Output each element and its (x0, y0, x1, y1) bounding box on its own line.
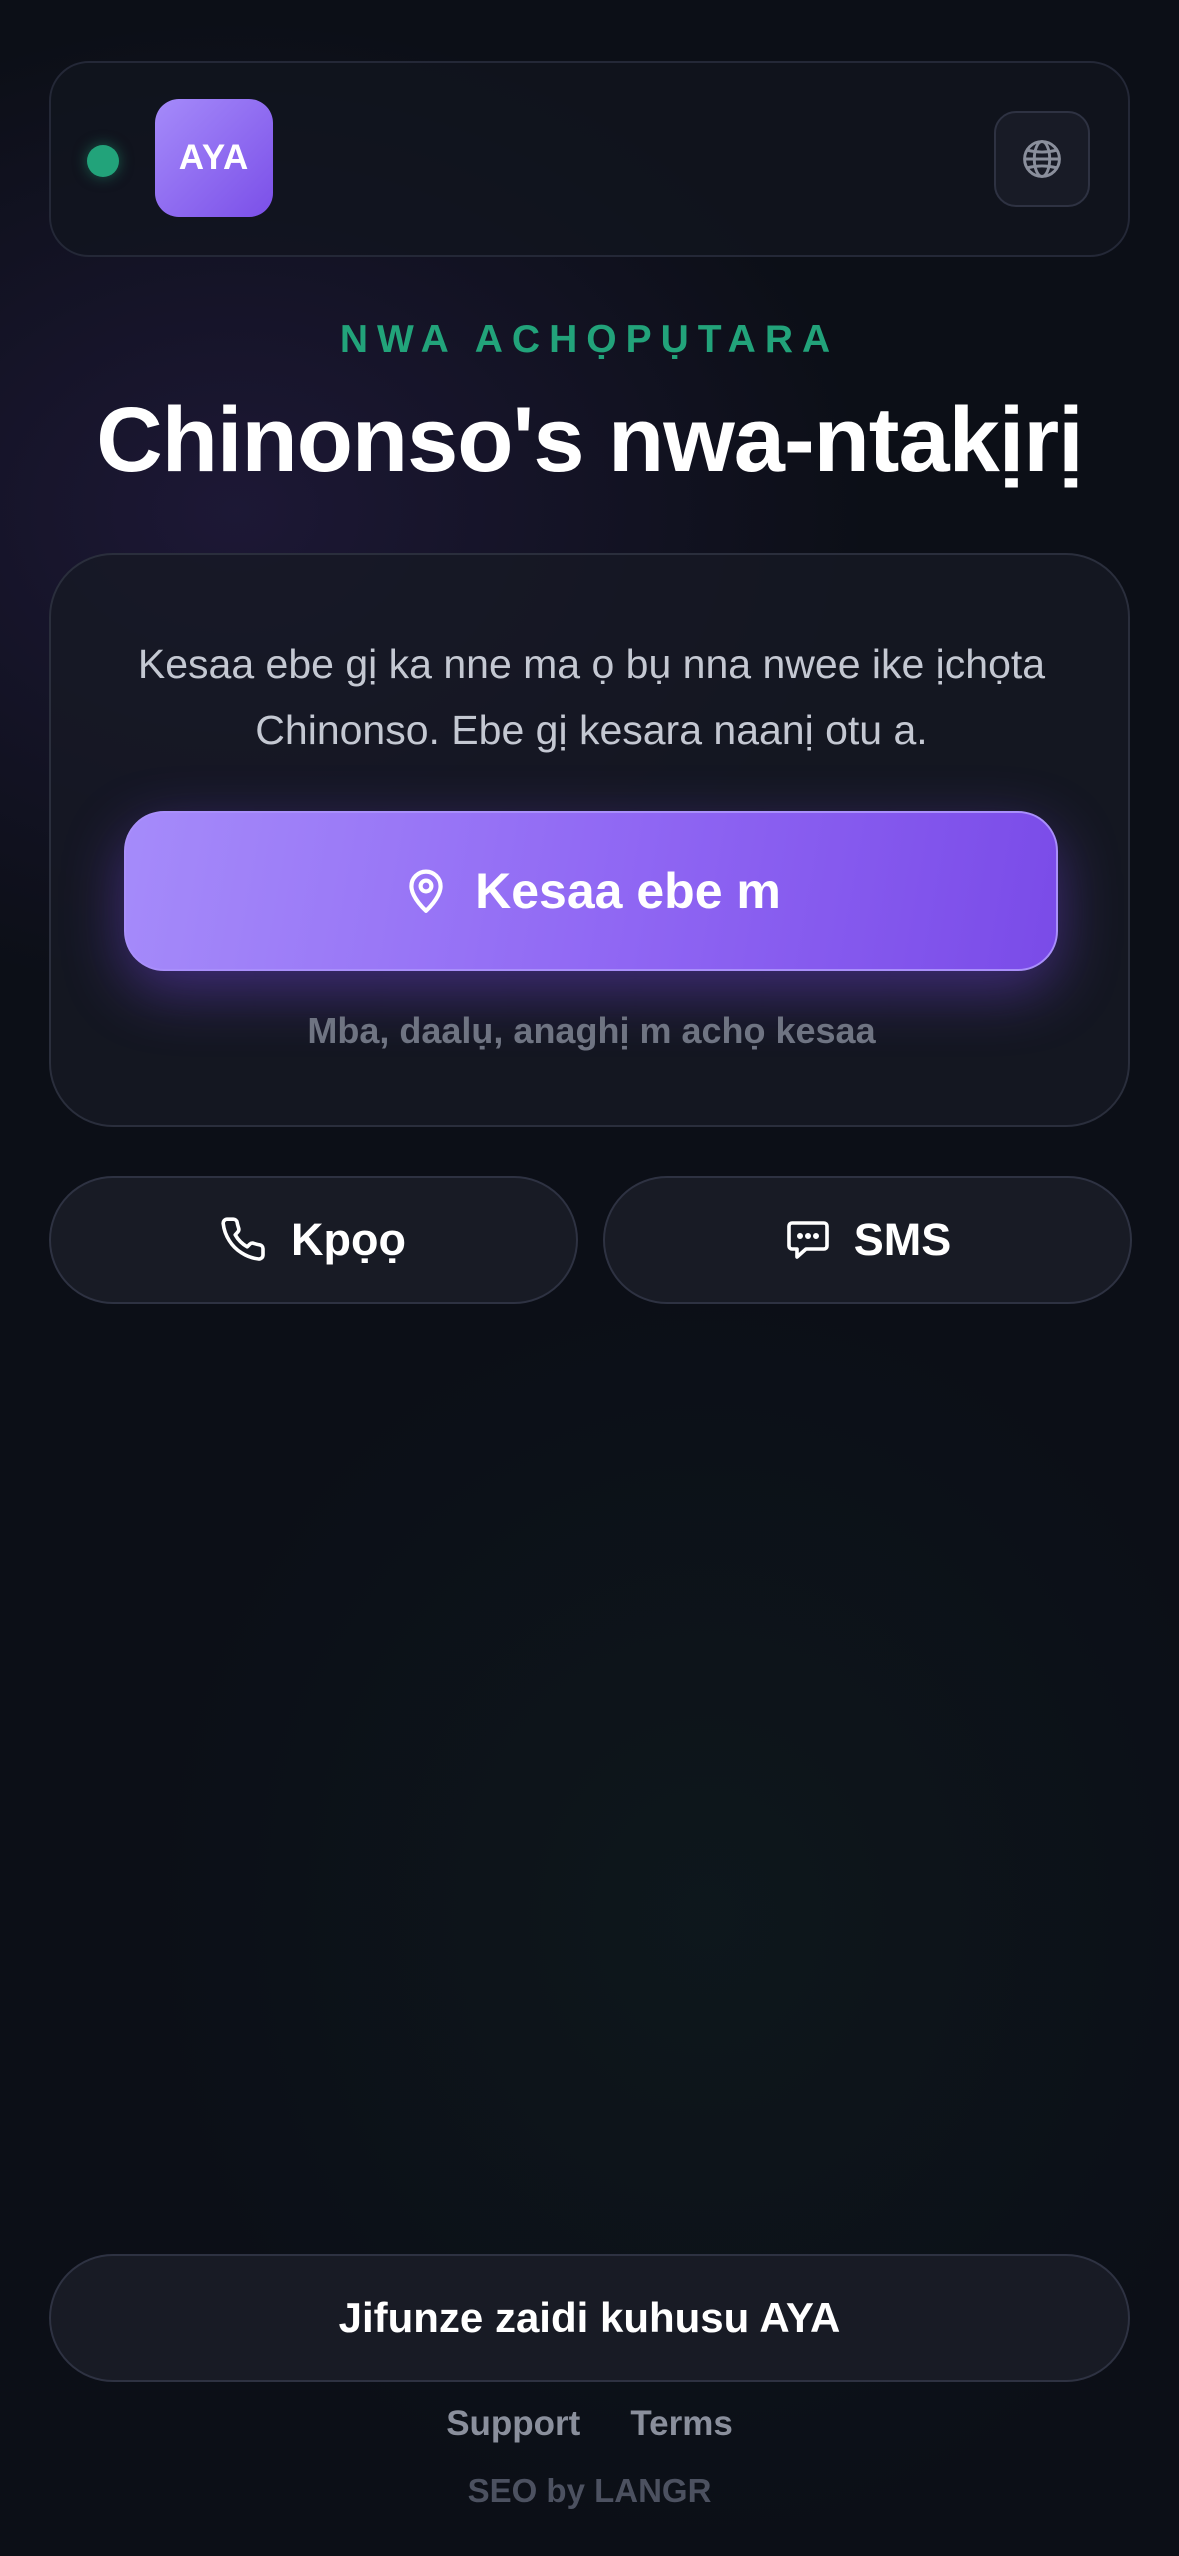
sms-label: SMS (853, 1214, 952, 1265)
decline-link[interactable]: Mba, daalụ, anaghị m achọ kesaa (51, 1010, 1132, 1052)
card-description: Kesaa ebe gị ka nne ma ọ bụ nna nwee ike… (137, 641, 1046, 753)
phone-icon (221, 1217, 265, 1261)
status-indicator (87, 145, 119, 177)
location-pin-icon (409, 869, 443, 913)
chat-bubble-icon (786, 1221, 829, 1259)
call-button[interactable]: Kpọọ (49, 1176, 578, 1304)
support-link[interactable]: Support (446, 2404, 580, 2444)
footer-links: Support Terms (0, 2404, 1179, 2444)
page-title: Chinonso's nwa-ntakịrị (96, 389, 1083, 491)
top-bar: AYA (49, 61, 1130, 257)
aya-logo: AYA (155, 99, 273, 217)
language-button[interactable] (994, 111, 1090, 207)
learn-more-label: Jifunze zaidi kuhusu AYA (338, 2294, 841, 2341)
globe-icon (1023, 140, 1061, 178)
share-location-card: Kesaa ebe gị ka nne ma ọ bụ nna nwee ike… (49, 553, 1130, 1127)
credit-text[interactable]: SEO by LANGR (0, 2472, 1179, 2510)
call-label: Kpọọ (291, 1214, 406, 1265)
terms-link[interactable]: Terms (630, 2404, 732, 2444)
share-location-label: Kesaa ebe m (475, 863, 781, 919)
eyebrow-label: NWA ACHỌPỤTARA (339, 318, 840, 361)
logo-text: AYA (178, 138, 250, 177)
share-location-button[interactable]: Kesaa ebe m (124, 811, 1058, 971)
sms-button[interactable]: SMS (603, 1176, 1132, 1304)
learn-more-button[interactable]: Jifunze zaidi kuhusu AYA (49, 2254, 1130, 2382)
